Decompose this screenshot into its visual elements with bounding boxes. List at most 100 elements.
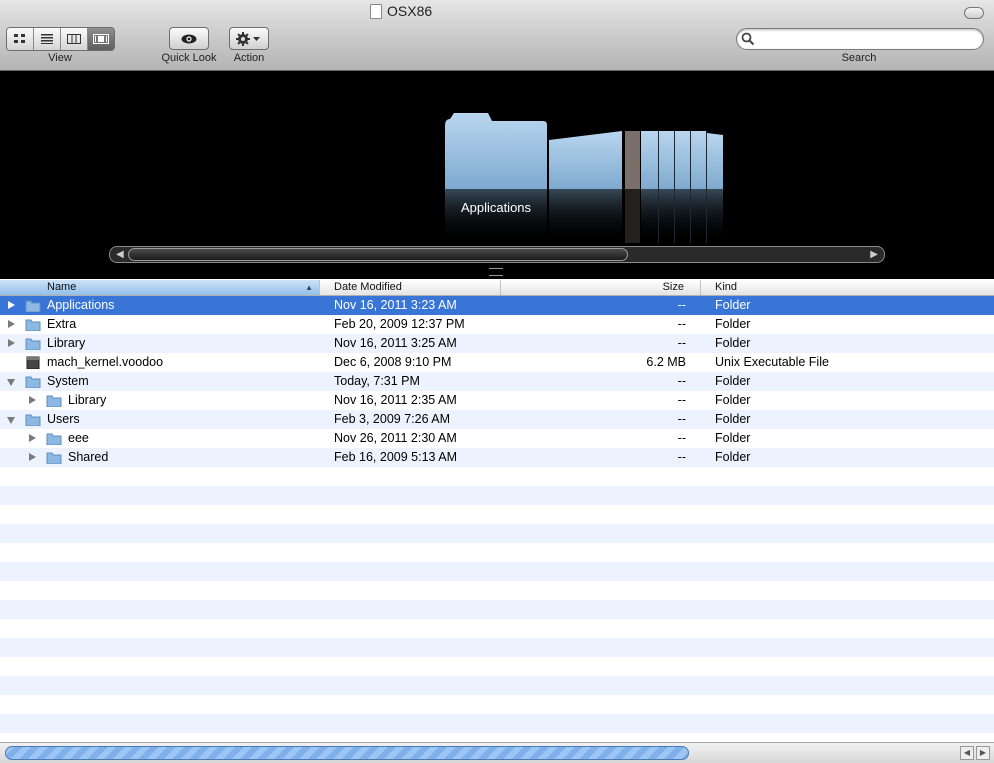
action-label: Action — [233, 52, 265, 64]
file-kind: Folder — [715, 336, 751, 350]
file-size: 6.2 MB — [646, 355, 686, 369]
file-date: Feb 20, 2009 12:37 PM — [334, 317, 465, 331]
view-segmented-control[interactable] — [6, 27, 115, 51]
file-row[interactable]: Applications Nov 16, 2011 3:23 AM -- Fol… — [0, 296, 994, 315]
folder-cover[interactable] — [707, 133, 723, 189]
column-date-label: Date Modified — [334, 281, 402, 293]
list-view-button[interactable] — [34, 28, 61, 50]
cover-flow-view[interactable]: Applications ◀ ▶ — [0, 71, 994, 279]
split-resize-handle[interactable] — [489, 268, 503, 276]
quick-look-button[interactable] — [169, 27, 209, 50]
file-row[interactable]: Extra Feb 20, 2009 12:37 PM -- Folder — [0, 315, 994, 334]
scroll-left-arrow-icon[interactable]: ◀ — [960, 746, 974, 760]
file-row[interactable]: Library Nov 16, 2011 2:35 AM -- Folder — [0, 391, 994, 410]
window-title-text: OSX86 — [387, 3, 433, 19]
folder-cover[interactable] — [675, 131, 690, 189]
scroll-right-arrow-icon[interactable]: ▶ — [976, 746, 990, 760]
file-date: Nov 16, 2011 3:23 AM — [334, 298, 457, 312]
scroll-left-arrow-icon[interactable]: ◀ — [116, 248, 124, 261]
disclosure-triangle-icon[interactable] — [29, 453, 36, 461]
folder-cover[interactable] — [691, 131, 706, 189]
cover-flow-selected-label: Applications — [460, 200, 532, 215]
cover-flow-scroll-thumb[interactable] — [128, 248, 628, 261]
empty-row — [0, 676, 994, 695]
column-view-icon — [67, 34, 81, 44]
file-row[interactable]: mach_kernel.voodoo Dec 6, 2008 9:10 PM 6… — [0, 353, 994, 372]
folder-icon — [46, 395, 62, 407]
file-list: Applications Nov 16, 2011 3:23 AM -- Fol… — [0, 296, 994, 740]
column-view-button[interactable] — [61, 28, 88, 50]
folder-icon — [25, 319, 41, 331]
column-header-size[interactable]: Size — [501, 280, 701, 295]
eye-icon — [181, 34, 197, 43]
empty-row — [0, 486, 994, 505]
disclosure-triangle-icon[interactable] — [8, 301, 15, 309]
file-kind: Folder — [715, 412, 751, 426]
column-name-label: Name — [47, 281, 77, 293]
icon-view-button[interactable] — [7, 28, 34, 50]
disclosure-triangle-icon[interactable] — [29, 434, 36, 442]
toolbar-toggle-button[interactable] — [964, 7, 984, 19]
file-name: Applications — [47, 298, 115, 312]
disclosure-triangle-expanded-icon[interactable] — [7, 379, 15, 386]
document-icon — [370, 3, 382, 19]
disclosure-triangle-icon[interactable] — [8, 320, 15, 328]
file-date: Nov 26, 2011 2:30 AM — [334, 431, 457, 445]
file-row[interactable]: Shared Feb 16, 2009 5:13 AM -- Folder — [0, 448, 994, 467]
empty-row — [0, 619, 994, 638]
search-field[interactable] — [736, 28, 984, 50]
file-date: Dec 6, 2008 9:10 PM — [334, 355, 452, 369]
disclosure-triangle-expanded-icon[interactable] — [7, 417, 15, 424]
coverflow-view-icon — [93, 34, 109, 44]
file-kind: Folder — [715, 317, 751, 331]
folder-cover[interactable] — [659, 131, 674, 189]
file-kind: Folder — [715, 298, 751, 312]
folder-cover[interactable] — [549, 131, 622, 189]
applications-folder-cover[interactable] — [445, 113, 547, 244]
file-name: Library — [68, 393, 107, 407]
disclosure-triangle-icon[interactable] — [8, 339, 15, 347]
column-header-name[interactable]: Name ▲ — [0, 280, 320, 295]
empty-row — [0, 638, 994, 657]
horizontal-scroll-thumb[interactable] — [5, 746, 689, 760]
column-kind-label: Kind — [715, 281, 738, 293]
file-name: eee — [68, 431, 89, 445]
file-row[interactable]: System Today, 7:31 PM -- Folder — [0, 372, 994, 391]
gear-icon — [236, 31, 260, 46]
list-header: Name ▲ Date Modified Size Kind — [0, 280, 994, 296]
empty-row — [0, 600, 994, 619]
folder-cover[interactable] — [641, 131, 658, 189]
folder-icon — [25, 376, 41, 388]
file-name: System — [47, 374, 89, 388]
disclosure-triangle-icon[interactable] — [29, 396, 36, 404]
empty-row — [0, 562, 994, 581]
column-header-kind[interactable]: Kind — [701, 280, 994, 295]
cover-flow-scrollbar[interactable]: ◀ ▶ — [109, 246, 885, 263]
coverflow-view-button[interactable] — [88, 28, 114, 50]
folder-icon — [46, 452, 62, 464]
file-kind: Unix Executable File — [715, 355, 829, 369]
file-date: Feb 16, 2009 5:13 AM — [334, 450, 458, 464]
empty-row — [0, 657, 994, 676]
folder-icon — [25, 338, 41, 350]
search-input[interactable] — [759, 32, 978, 46]
file-size: -- — [677, 450, 686, 464]
file-row[interactable]: Users Feb 3, 2009 7:26 AM -- Folder — [0, 410, 994, 429]
file-row[interactable]: Library Nov 16, 2011 3:25 AM -- Folder — [0, 334, 994, 353]
horizontal-scrollbar[interactable]: ◀ ▶ — [0, 742, 994, 763]
file-kind: Folder — [715, 450, 751, 464]
file-name: Shared — [68, 450, 109, 464]
empty-row — [0, 581, 994, 600]
file-row[interactable]: eee Nov 26, 2011 2:30 AM -- Folder — [0, 429, 994, 448]
folder-icon — [46, 433, 62, 445]
column-header-date[interactable]: Date Modified — [320, 280, 501, 295]
empty-row — [0, 524, 994, 543]
sort-ascending-icon: ▲ — [305, 283, 313, 292]
list-view-icon — [41, 34, 53, 44]
file-date: Today, 7:31 PM — [334, 374, 420, 388]
file-cover[interactable] — [625, 131, 640, 189]
folder-icon — [25, 300, 41, 312]
scroll-right-arrow-icon[interactable]: ▶ — [870, 248, 878, 261]
quick-look-label: Quick Look — [161, 52, 217, 64]
action-menu-button[interactable] — [229, 27, 269, 50]
